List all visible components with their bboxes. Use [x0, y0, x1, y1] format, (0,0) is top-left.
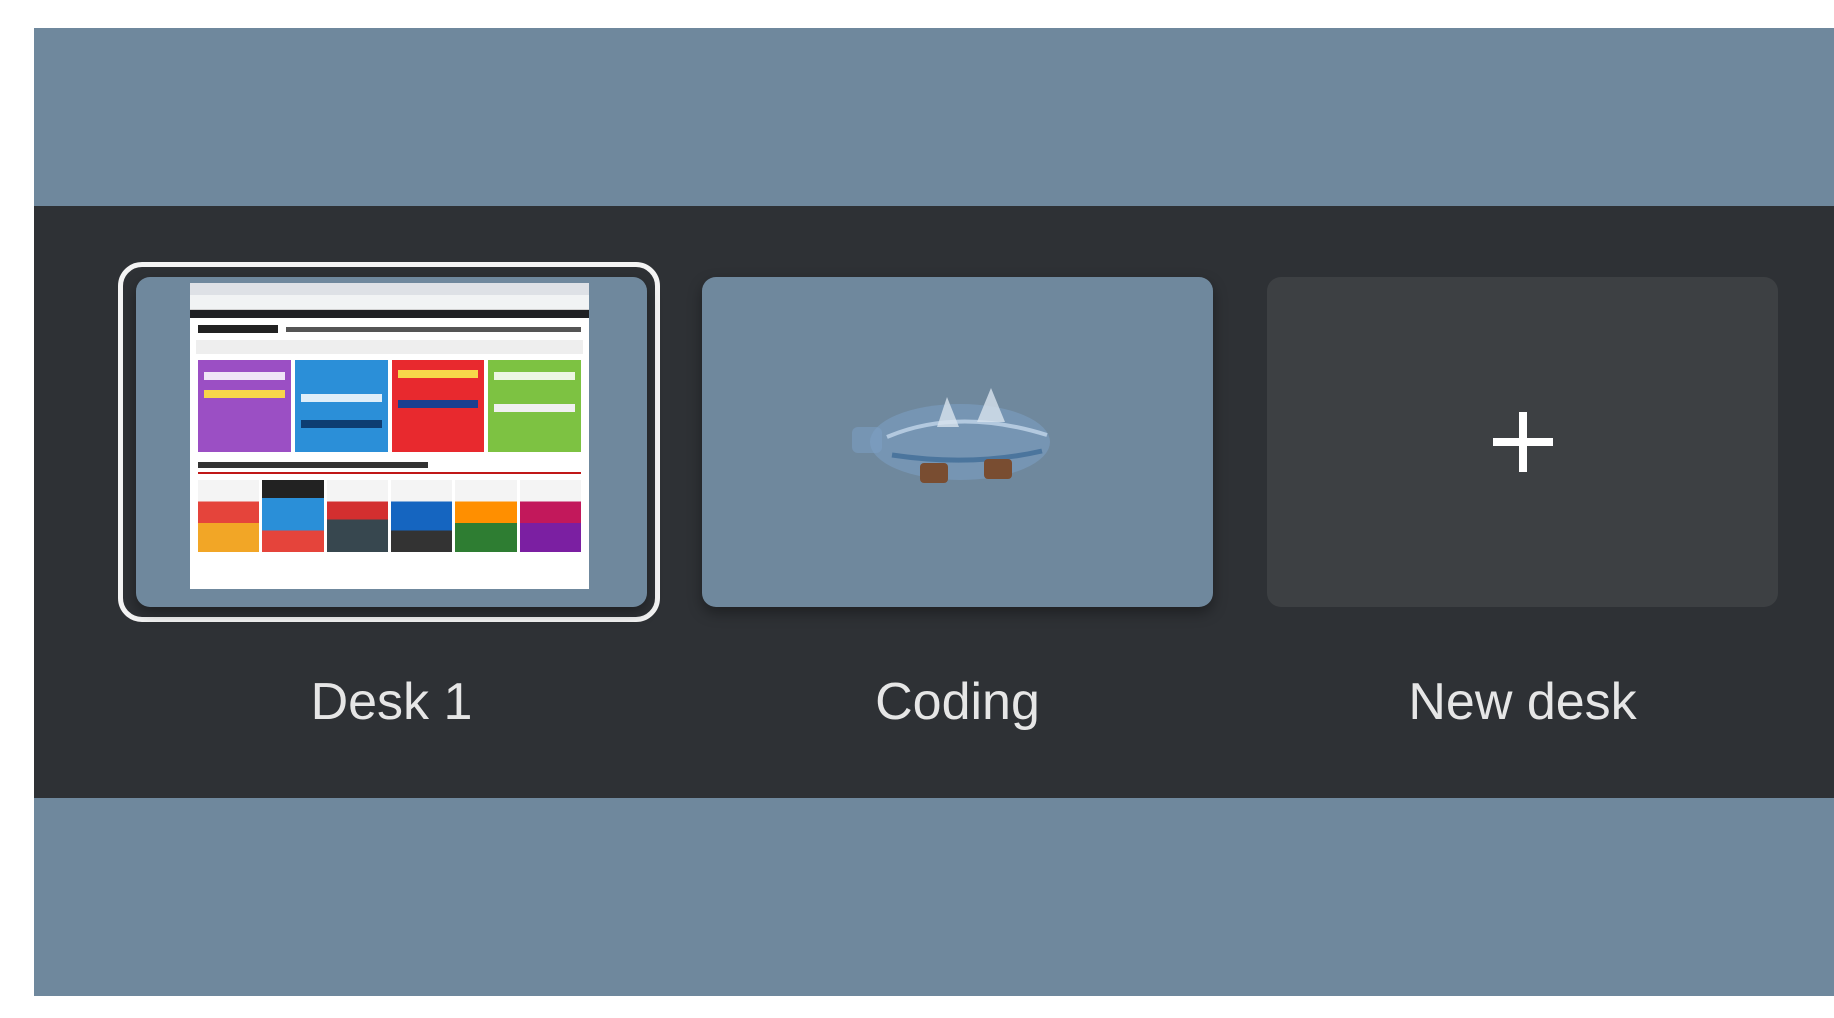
site-nav [196, 340, 583, 354]
promo-tile [488, 360, 581, 452]
promo-tile [198, 360, 291, 452]
magazine-cover [326, 480, 388, 552]
screen: Desk 1 Coding New desk [0, 0, 1834, 1018]
magazine-cover [519, 480, 581, 552]
site-logo [198, 325, 278, 333]
plus-icon [1492, 412, 1553, 472]
new-desk-label[interactable]: New desk [1267, 672, 1778, 732]
new-desk-tile [1267, 277, 1778, 607]
desk-1-thumbnail [136, 277, 647, 607]
magazine-cover [455, 480, 517, 552]
magazine-cover [262, 480, 324, 552]
browser-titlebar [190, 283, 589, 295]
desk-coding-label[interactable]: Coding [702, 672, 1213, 732]
ship-in-bottle-wallpaper [852, 388, 1050, 483]
desk-coding-thumbnail [702, 277, 1213, 607]
promo-tile [294, 360, 388, 452]
new-desk-button[interactable] [1267, 277, 1778, 607]
promo-tile [391, 360, 485, 452]
section-heading [198, 462, 428, 468]
browser-toolbar [190, 310, 589, 318]
magazine-cover [390, 480, 453, 552]
magazine-cover [198, 480, 260, 552]
desk-1-preview[interactable] [136, 277, 647, 607]
browser-window-preview [190, 283, 589, 589]
browser-address-bar [190, 295, 589, 310]
magazine-covers [190, 476, 589, 556]
site-header [190, 318, 589, 340]
desk-1-label[interactable]: Desk 1 [136, 672, 647, 732]
desk-coding-preview[interactable] [702, 277, 1213, 607]
promo-tiles [190, 354, 589, 458]
